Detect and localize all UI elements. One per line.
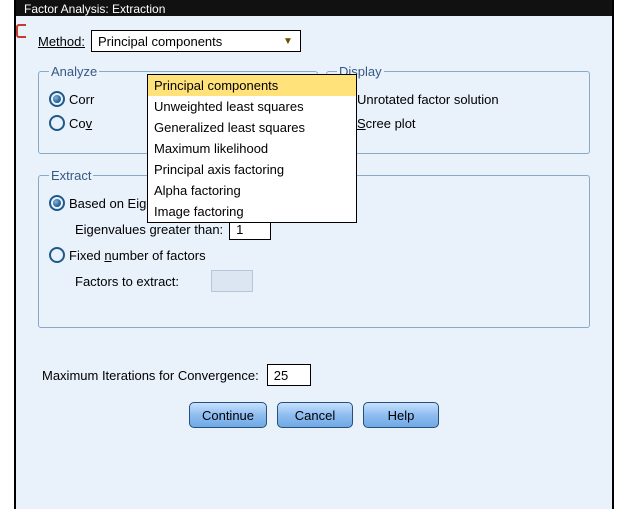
titlebar: Factor Analysis: Extraction	[16, 0, 612, 16]
display-group: Display ✓ Unrotated factor solution ✓ Sc…	[326, 64, 590, 154]
method-combobox[interactable]: Principal components ▼	[91, 30, 301, 52]
cancel-button[interactable]: Cancel	[277, 402, 353, 428]
method-option-principal-axis-factoring[interactable]: Principal axis factoring	[148, 159, 356, 180]
maxiter-row: Maximum Iterations for Convergence:	[38, 364, 590, 386]
method-option-image-factoring[interactable]: Image factoring	[148, 201, 356, 222]
dialog-content: Method: Principal components ▼ Principal…	[16, 16, 612, 434]
radio-icon	[49, 115, 65, 131]
window-title: Factor Analysis: Extraction	[24, 2, 165, 16]
factors-extract-input	[211, 270, 253, 292]
factors-extract-row: Factors to extract:	[75, 267, 579, 295]
factors-extract-input-field	[216, 273, 248, 290]
extract-legend: Extract	[49, 168, 93, 183]
factors-extract-label: Factors to extract:	[75, 274, 179, 289]
dialog-window: Factor Analysis: Extraction Method: Prin…	[14, 0, 614, 509]
analyze-covariance-label: Covariance matrix	[69, 116, 92, 131]
display-scree-checkbox[interactable]: ✓ Scree plot	[337, 111, 579, 135]
eigen-greater-input-field[interactable]	[234, 221, 266, 238]
display-scree-label: Scree plot	[357, 116, 416, 131]
method-option-maximum-likelihood[interactable]: Maximum likelihood	[148, 138, 356, 159]
method-combobox-value: Principal components	[98, 34, 222, 49]
extract-fixed-radio[interactable]: Fixed number of factors	[49, 243, 579, 267]
method-option-generalized-least-squares[interactable]: Generalized least squares	[148, 117, 356, 138]
extract-fixed-label: Fixed number of factors	[69, 248, 206, 263]
maxiter-input-field[interactable]	[272, 367, 306, 384]
method-option-alpha-factoring[interactable]: Alpha factoring	[148, 180, 356, 201]
method-dropdown-list[interactable]: Principal components Unweighted least sq…	[147, 74, 357, 223]
continue-button[interactable]: Continue	[189, 402, 267, 428]
analyze-correlation-label: Correlation matrix	[69, 92, 94, 107]
button-row: Continue Cancel Help	[38, 402, 590, 428]
analyze-legend: Analyze	[49, 64, 99, 79]
help-button[interactable]: Help	[363, 402, 439, 428]
method-option-unweighted-least-squares[interactable]: Unweighted least squares	[148, 96, 356, 117]
eigen-greater-label: Eigenvalues greater than:	[75, 222, 223, 237]
radio-icon	[49, 91, 65, 107]
chevron-down-icon: ▼	[280, 34, 296, 48]
maxiter-input[interactable]	[267, 364, 311, 386]
method-option-principal-components[interactable]: Principal components	[148, 75, 356, 96]
display-unrotated-checkbox[interactable]: ✓ Unrotated factor solution	[337, 87, 579, 111]
display-unrotated-label: Unrotated factor solution	[357, 92, 499, 107]
radio-icon	[49, 195, 65, 211]
method-label: Method:	[38, 34, 85, 49]
method-row: Method: Principal components ▼	[38, 30, 590, 52]
maxiter-label: Maximum Iterations for Convergence:	[42, 368, 259, 383]
radio-icon	[49, 247, 65, 263]
